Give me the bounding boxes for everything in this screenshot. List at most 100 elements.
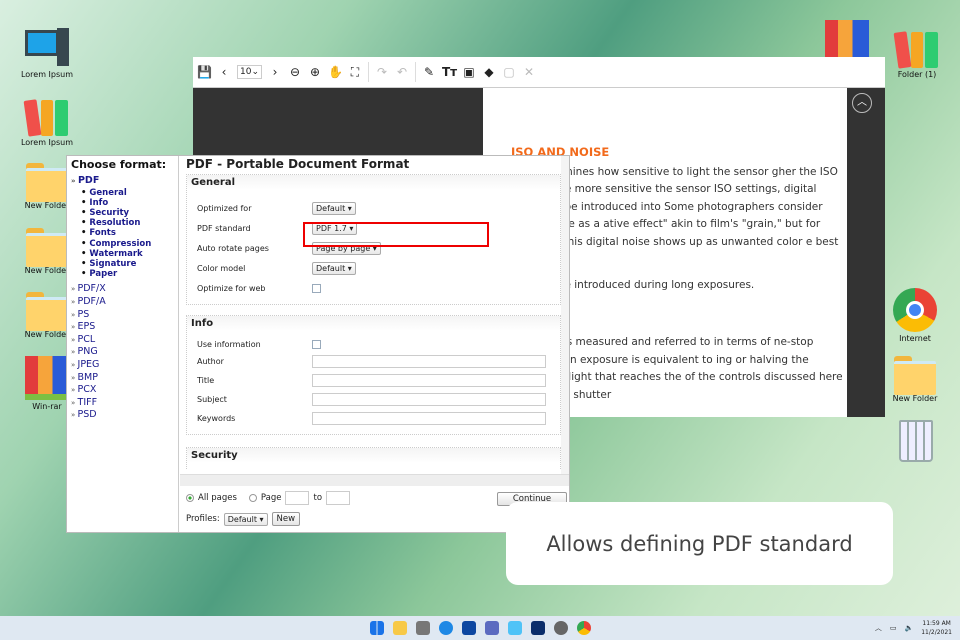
network-icon[interactable]: ▭ (890, 624, 897, 632)
prev-page-icon[interactable]: ‹ (217, 65, 231, 79)
format-link[interactable]: PDF/A (71, 296, 174, 309)
text-icon[interactable]: Tт (442, 65, 457, 79)
use-info-checkbox[interactable] (312, 340, 321, 349)
taskbar (0, 616, 960, 640)
pdf-app-icon[interactable] (530, 621, 545, 635)
format-pdf[interactable]: PDF (71, 175, 174, 188)
chrome-icon (893, 288, 937, 332)
page-to-input[interactable] (326, 491, 351, 505)
format-dialog: Choose format: PDF GeneralInfoSecurityRe… (66, 155, 570, 533)
format-link[interactable]: EPS (71, 321, 174, 334)
file-explorer-icon[interactable] (392, 621, 407, 635)
desktop-icon-folder-1[interactable]: Folder (1) (882, 28, 952, 79)
binders-icon (23, 96, 69, 137)
format-link[interactable]: TIFF (71, 397, 174, 410)
folder-icon (26, 292, 68, 331)
app-icon[interactable] (507, 621, 522, 635)
clock[interactable]: 11:59 AM 11/2/2021 (921, 619, 952, 637)
format-link[interactable]: PSD (71, 409, 174, 422)
pdf-section-link[interactable]: Paper (71, 269, 174, 279)
pdf-section-link[interactable]: General (71, 188, 174, 198)
all-pages-radio[interactable] (186, 494, 194, 502)
color-model-select[interactable]: Default (312, 261, 356, 275)
author-input[interactable] (312, 355, 546, 368)
use-info-label: Use information (197, 340, 261, 349)
format-link[interactable]: PNG (71, 346, 174, 359)
profile-select[interactable]: Default (223, 512, 268, 526)
caption-banner: Allows defining PDF standard (506, 502, 893, 585)
vertical-scrollbar[interactable] (561, 156, 569, 474)
computer-icon (25, 28, 69, 68)
shapes-icon[interactable]: ◆ (482, 65, 496, 79)
title-input[interactable] (312, 374, 546, 387)
horizontal-scrollbar[interactable] (180, 474, 569, 486)
security-heading: Security (187, 448, 560, 463)
format-link[interactable]: PS (71, 309, 174, 322)
pdf-section-link[interactable]: Watermark (71, 249, 174, 259)
optimize-web-label: Optimize for web (197, 283, 266, 293)
save-icon[interactable]: 💾 (197, 65, 212, 79)
scroll-up-button[interactable]: ︿ (852, 93, 872, 113)
format-link[interactable]: JPEG (71, 359, 174, 372)
color-model-label: Color model (197, 263, 246, 273)
info-section: Info Use information Author Title Subjec… (186, 315, 561, 435)
pdf-section-link[interactable]: Resolution (71, 218, 174, 228)
image-icon[interactable]: ▣ (462, 65, 476, 79)
optimize-web-checkbox[interactable] (312, 283, 321, 293)
page-from-input[interactable] (285, 491, 310, 505)
desktop-icon-computer[interactable]: Lorem Ipsum (12, 28, 82, 79)
chevron-up-icon[interactable]: ︿ (875, 623, 882, 633)
desktop-icon-binders[interactable]: Lorem Ipsum (12, 96, 82, 147)
pdf-section-link[interactable]: Info (71, 198, 174, 208)
copy-icon[interactable]: ▢ (502, 65, 516, 79)
zoom-in-icon[interactable]: ⊕ (308, 65, 322, 79)
date: 11/2/2021 (921, 629, 952, 636)
pdf-section-link[interactable]: Signature (71, 259, 174, 269)
pen-icon[interactable]: ✎ (422, 65, 436, 79)
folder-icon (26, 228, 68, 267)
pdf-section-link[interactable]: Security (71, 208, 174, 218)
info-heading: Info (187, 316, 560, 331)
zoom-select[interactable]: 10⌄ (237, 65, 262, 79)
divider (368, 62, 369, 82)
folder-icon (894, 356, 936, 395)
next-page-icon[interactable]: › (268, 65, 282, 79)
zoom-out-icon[interactable]: ⊖ (288, 65, 302, 79)
desktop-icon-new-folder[interactable]: New Folder (880, 356, 950, 403)
pdf-section-link[interactable]: Compression (71, 239, 174, 249)
auto-rotate-label: Auto rotate pages (197, 243, 269, 253)
folder-icon (26, 163, 68, 202)
keywords-input[interactable] (312, 412, 546, 425)
volume-icon[interactable]: 🔈 (905, 624, 914, 632)
hand-icon[interactable]: ✋ (328, 65, 343, 79)
recycle-bin-icon[interactable] (899, 420, 933, 462)
pdf-standard-highlight (303, 222, 489, 247)
store-icon[interactable] (461, 621, 476, 635)
format-link[interactable]: PDF/X (71, 283, 174, 296)
desktop-icon-internet[interactable]: Internet (880, 288, 950, 343)
new-profile-button[interactable]: New (271, 512, 301, 526)
optimized-for-select[interactable]: Default (312, 201, 356, 215)
format-link[interactable]: PCL (71, 334, 174, 347)
all-pages-label: All pages (198, 493, 237, 503)
subject-input[interactable] (312, 393, 546, 406)
chrome-icon[interactable] (576, 621, 591, 635)
optimized-for-label: Optimized for (197, 203, 252, 213)
fullscreen-icon[interactable]: ⛶ (348, 65, 362, 80)
edge-icon[interactable] (438, 621, 453, 635)
page-radio[interactable] (248, 494, 257, 502)
redo-icon[interactable]: ↷ (375, 65, 389, 79)
author-label: Author (197, 357, 224, 366)
pdf-section-link[interactable]: Fonts (71, 228, 174, 238)
format-link[interactable]: PCX (71, 384, 174, 397)
start-icon[interactable] (369, 621, 384, 635)
camera-icon[interactable] (415, 621, 430, 635)
to-label: to (313, 493, 323, 503)
format-link[interactable]: BMP (71, 372, 174, 385)
undo-icon[interactable]: ↶ (395, 65, 409, 79)
settings-icon[interactable] (553, 621, 568, 635)
close-icon[interactable]: ✕ (522, 65, 536, 79)
profiles-label: Profiles: (186, 514, 220, 524)
security-section: Security (186, 447, 561, 469)
teams-icon[interactable] (484, 621, 499, 635)
